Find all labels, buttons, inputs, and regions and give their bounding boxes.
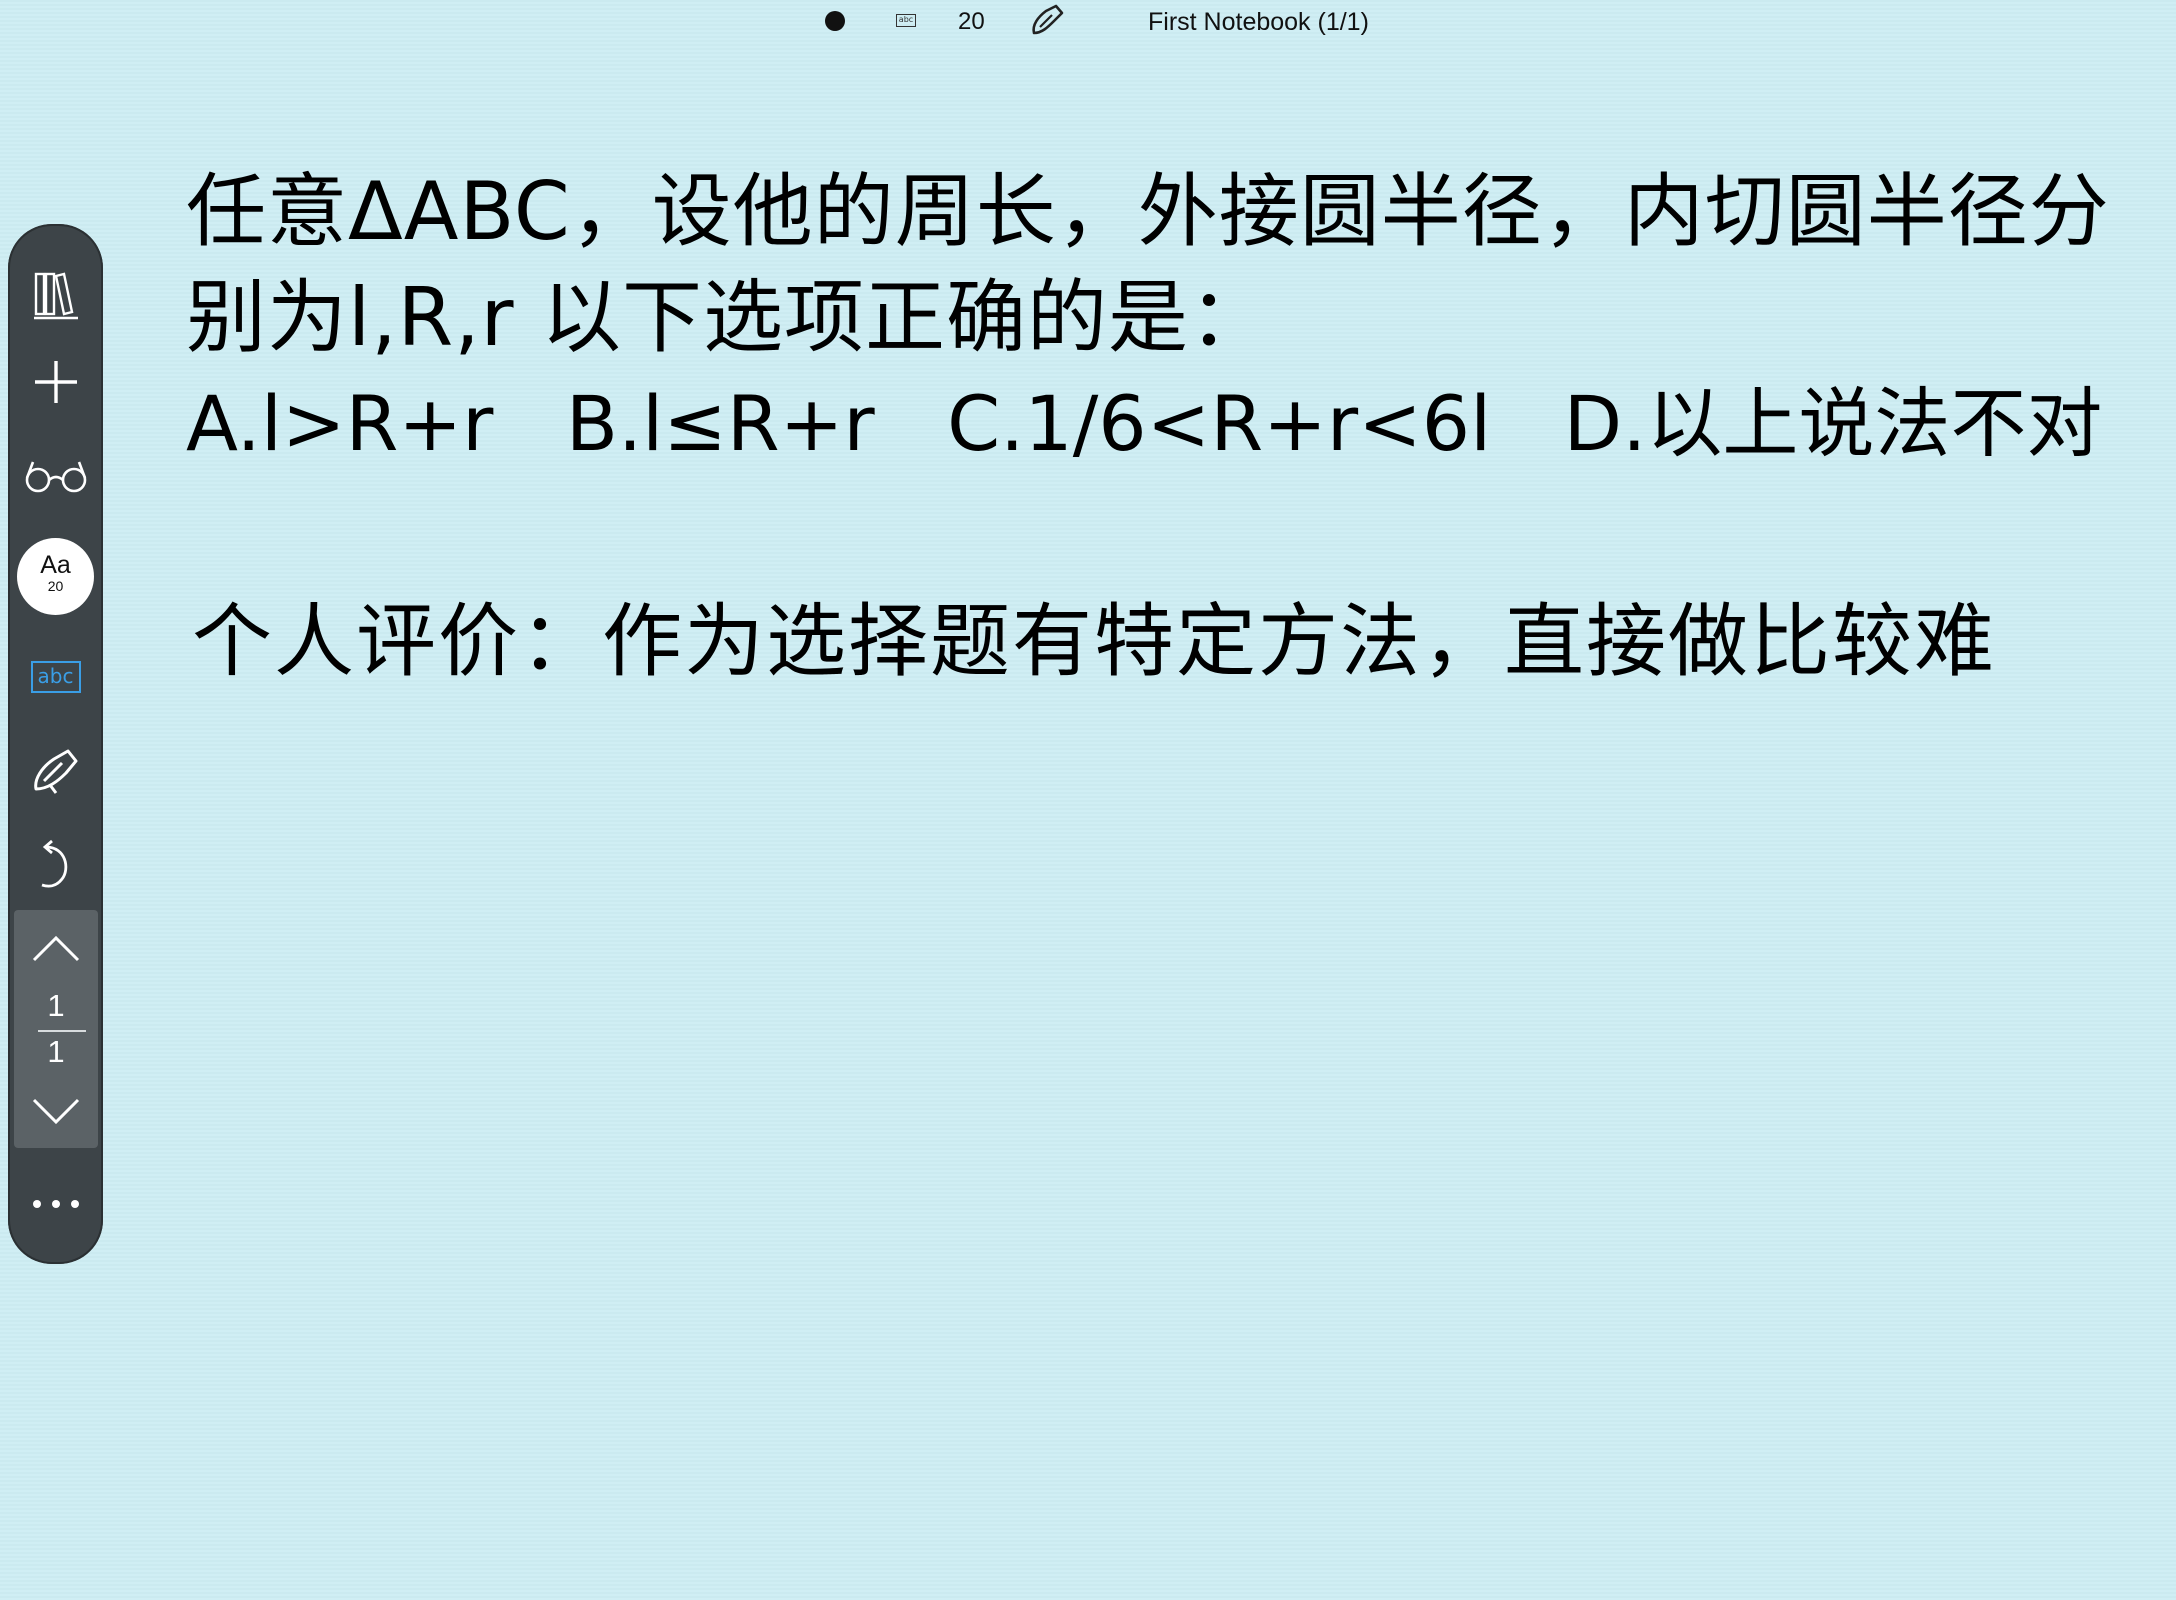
font-button-size: 20 <box>47 578 64 594</box>
library-button[interactable] <box>8 260 103 330</box>
status-bar: abc 20 First Notebook (1/1) <box>0 0 2176 46</box>
library-icon <box>33 272 78 320</box>
text-box-icon: abc <box>30 661 81 693</box>
current-page: 1 <box>47 988 65 1023</box>
pen-icon[interactable] <box>1028 3 1066 39</box>
comment-line[interactable]: 个人评价：作为选择题有特定方法，直接做比较难 <box>192 594 1996 690</box>
text-mode-icon[interactable]: abc <box>896 14 916 27</box>
text-box-button[interactable]: abc <box>8 652 103 702</box>
question-line-2[interactable]: 别为l,R,r 以下选项正确的是： <box>186 270 1270 366</box>
pen-button[interactable] <box>8 736 103 806</box>
font-button-label: Aa <box>40 551 71 579</box>
page-down-icon[interactable] <box>31 1096 81 1126</box>
total-pages: 1 <box>47 1034 65 1069</box>
page-up-icon[interactable] <box>31 934 81 964</box>
font-size-indicator[interactable]: 20 <box>958 8 985 36</box>
font-size-button[interactable]: Aa 20 <box>17 538 94 615</box>
reading-glasses-icon <box>25 461 86 493</box>
page-navigator: 1 1 <box>14 910 98 1148</box>
more-icon <box>32 1200 79 1208</box>
pen-icon <box>33 749 77 794</box>
notebook-title: First Notebook (1/1) <box>1148 8 1369 36</box>
add-icon <box>34 361 77 403</box>
left-toolbar: Aa 20 abc 1 1 <box>8 224 103 1264</box>
page-divider <box>38 1030 86 1032</box>
undo-button[interactable] <box>8 830 103 900</box>
undo-icon <box>41 839 67 888</box>
more-button[interactable] <box>8 1184 103 1224</box>
options-line[interactable]: A.l>R+r B.l≤R+r C.1/6<R+r<6l D.以上说法不对 <box>186 376 2102 472</box>
add-button[interactable] <box>8 352 103 412</box>
reading-mode-button[interactable] <box>8 446 103 506</box>
question-line-1[interactable]: 任意ΔABC，设他的周长，外接圆半径，内切圆半径分 <box>186 164 2110 260</box>
pen-color-indicator[interactable] <box>825 11 845 31</box>
